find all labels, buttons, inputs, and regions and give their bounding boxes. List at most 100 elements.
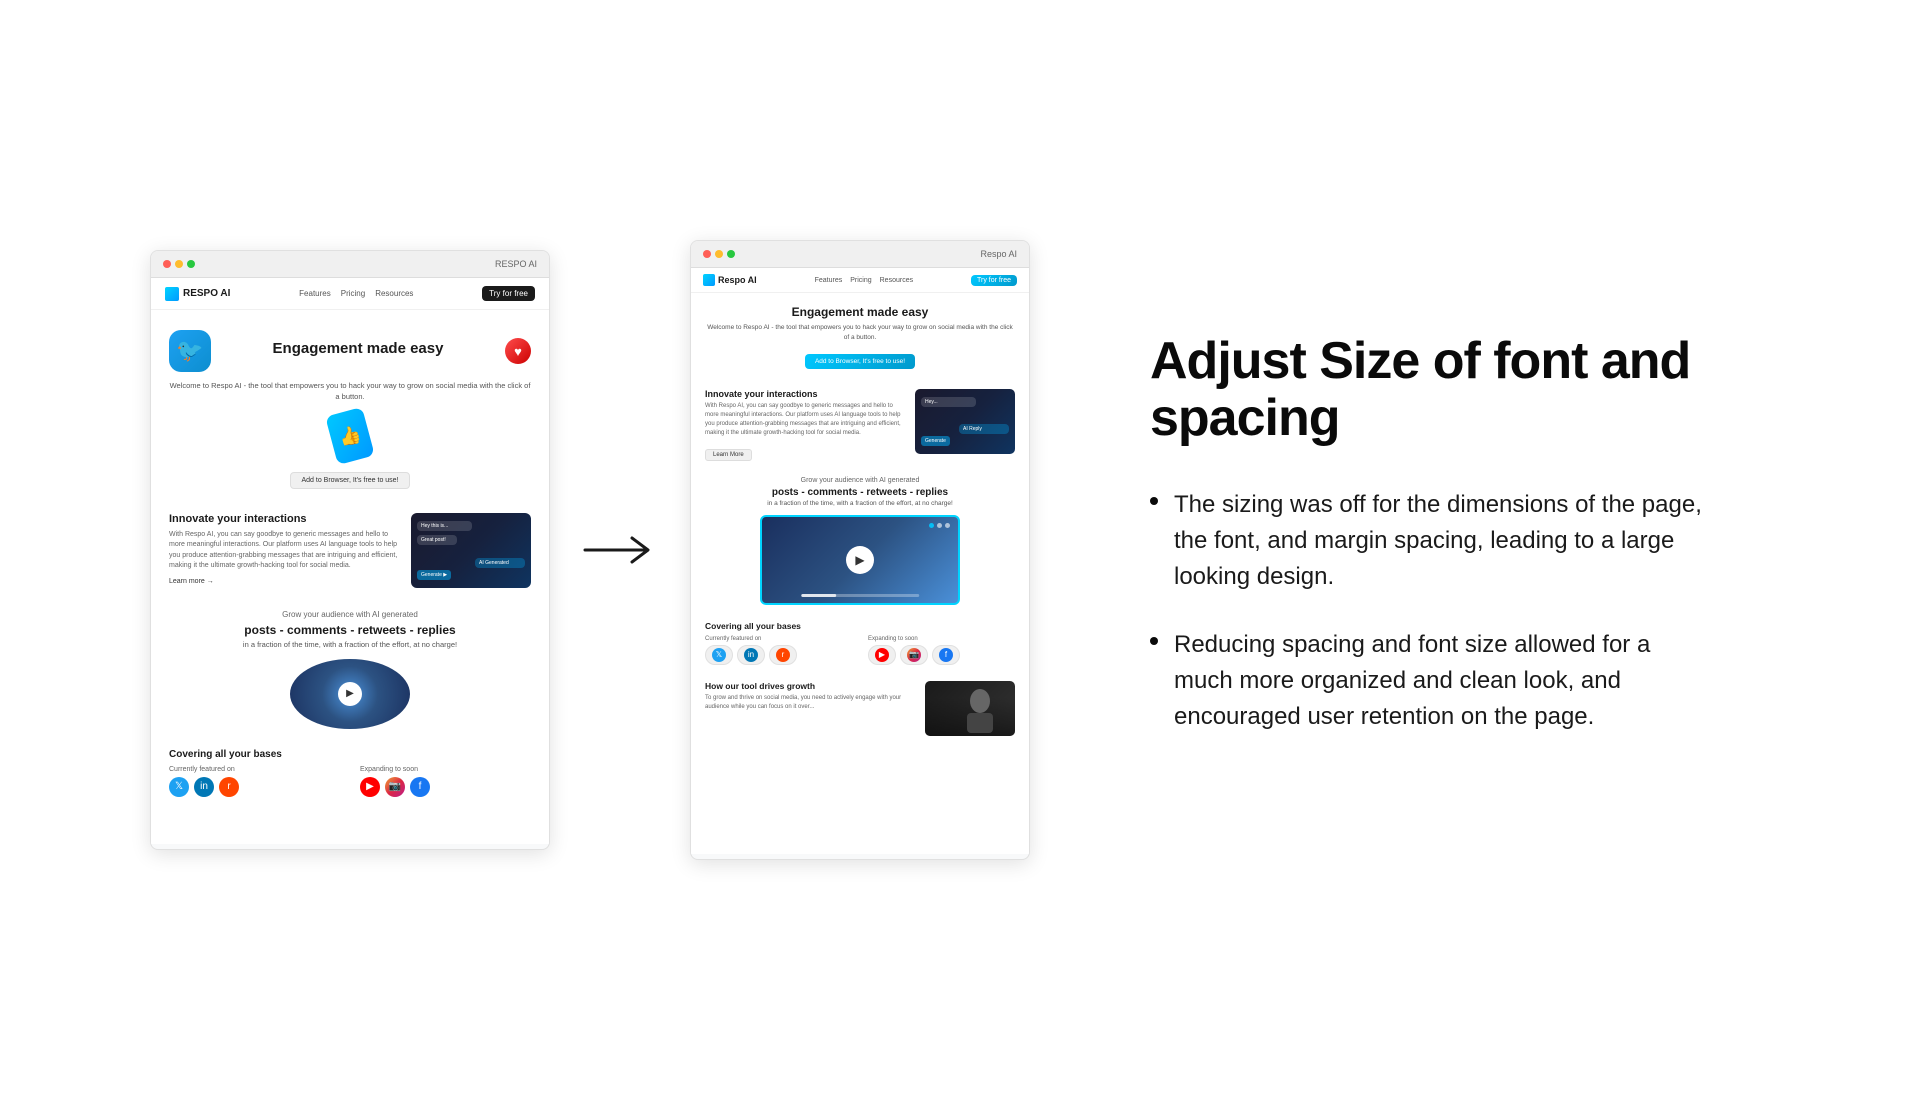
mock-innovate-text-right: Innovate your interactions With Respo AI… bbox=[705, 389, 905, 461]
mock-featured-col-right: Currently featured on 𝕏 in bbox=[705, 636, 852, 665]
mock-cta-btn-nav-left: Try for free bbox=[482, 286, 535, 301]
mock-social-expanding-right: ▶ 📷 f bbox=[868, 645, 1015, 665]
mock-innovate-image-left: Hey this is... Great post! AI Generated … bbox=[411, 513, 531, 588]
mock-social-icons-left: 𝕏 in r bbox=[169, 777, 340, 797]
browser-content-left: RESPO AI Features Pricing Resources Try … bbox=[151, 278, 549, 844]
mock-video-dot-2 bbox=[937, 523, 942, 528]
linkedin-icon-right: in bbox=[744, 648, 758, 662]
facebook-icon-left: f bbox=[410, 777, 430, 797]
mock-innovate-section-left: Innovate your interactions With Respo AI… bbox=[151, 501, 549, 600]
mock-logo-icon-left bbox=[165, 287, 179, 301]
dot-yellow-right bbox=[715, 250, 723, 258]
mock-expanding-col-left: Expanding to soon ▶ 📷 f bbox=[360, 766, 531, 797]
mock-audience-main-right: posts - comments - retweets - replies bbox=[705, 487, 1015, 498]
mock-video-dots bbox=[929, 523, 950, 528]
mock-nav-resources: Resources bbox=[375, 289, 413, 298]
bullet-dot-1 bbox=[1150, 497, 1158, 505]
mock-cta-btn-left: Add to Browser, It's free to use! bbox=[290, 472, 409, 489]
twitter-icon-left: 𝕏 bbox=[169, 777, 189, 797]
mock-how-title-right: How our tool drives growth bbox=[705, 681, 915, 691]
mock-learn-more-left: Learn more → bbox=[169, 578, 399, 585]
mock-video-player-left: ▶ bbox=[290, 659, 410, 729]
bullet-list: The sizing was off for the dimensions of… bbox=[1150, 487, 1710, 735]
mock-hero-subtitle-left: Welcome to Respo AI - the tool that empo… bbox=[169, 380, 531, 403]
mock-nav-resources-right: Resources bbox=[880, 277, 913, 284]
youtube-icon-right: ▶ bbox=[875, 648, 889, 662]
mock-site-left: RESPO AI Features Pricing Resources Try … bbox=[151, 278, 549, 844]
reddit-pill: r bbox=[769, 645, 797, 665]
main-container: RESPO AI RESPO AI Features Pricing Resou… bbox=[0, 0, 1920, 1100]
mock-innovate-body-left: With Respo AI, you can say goodbye to ge… bbox=[169, 530, 399, 572]
dot-red-right bbox=[703, 250, 711, 258]
mock-chat-bubble-3-right: AI Reply bbox=[959, 424, 1009, 434]
mock-video-player-right: ▶ bbox=[760, 515, 960, 605]
bullet-item-2: Reducing spacing and font size allowed f… bbox=[1150, 627, 1710, 735]
screenshots-section: RESPO AI RESPO AI Features Pricing Resou… bbox=[150, 240, 1030, 860]
twitter-icon-right: 𝕏 bbox=[712, 648, 726, 662]
mock-hero-right: Engagement made easy Welcome to Respo AI… bbox=[691, 293, 1029, 381]
mock-nav-links-left: Features Pricing Resources bbox=[299, 289, 413, 298]
mock-covering-section-left: Covering all your bases Currently featur… bbox=[151, 739, 549, 807]
mock-nav-features: Features bbox=[299, 289, 331, 298]
mock-logo-text-left: RESPO AI bbox=[183, 288, 230, 299]
browser-toolbar-left: RESPO AI bbox=[151, 251, 549, 278]
mock-cta-btn-nav-right: Try for free bbox=[971, 275, 1017, 286]
mock-how-section-right: How our tool drives growth To grow and t… bbox=[691, 673, 1029, 744]
text-section: Adjust Size of font and spacing The sizi… bbox=[1090, 293, 1770, 807]
mock-chat-btn-right: Generate bbox=[921, 436, 950, 446]
reddit-icon-right: r bbox=[776, 648, 790, 662]
bullet-dot-2 bbox=[1150, 637, 1158, 645]
browser-content-right: Respo AI Features Pricing Resources Try … bbox=[691, 268, 1029, 854]
mock-innovate-section-right: Innovate your interactions With Respo AI… bbox=[691, 381, 1029, 469]
bullet-text-1: The sizing was off for the dimensions of… bbox=[1174, 487, 1710, 595]
dot-green-right bbox=[727, 250, 735, 258]
mock-hero-subtitle-right: Welcome to Respo AI - the tool that empo… bbox=[705, 323, 1015, 343]
browser-dots-left bbox=[163, 260, 195, 268]
mock-thumb-icon-hero: 👍 bbox=[325, 406, 375, 464]
mock-audience-sub-left: in a fraction of the time, with a fracti… bbox=[169, 640, 531, 649]
mock-audience-pre-right: Grow your audience with AI generated bbox=[705, 477, 1015, 484]
mock-chat-bubble-2: Great post! bbox=[417, 535, 457, 545]
instagram-pill: 📷 bbox=[900, 645, 928, 665]
dot-green bbox=[187, 260, 195, 268]
mock-innovate-body-right: With Respo AI, you can say goodbye to ge… bbox=[705, 402, 905, 438]
mock-video-scroll-progress bbox=[801, 594, 836, 597]
mock-featured-row-left: Currently featured on 𝕏 in r Expanding t… bbox=[169, 766, 531, 797]
mock-play-btn-left: ▶ bbox=[338, 682, 362, 706]
browser-mockup-left: RESPO AI RESPO AI Features Pricing Resou… bbox=[150, 250, 550, 850]
mock-logo-right: Respo AI bbox=[703, 274, 757, 286]
linkedin-pill: in bbox=[737, 645, 765, 665]
mock-covering-section-right: Covering all your bases Currently featur… bbox=[691, 613, 1029, 673]
youtube-icon-left: ▶ bbox=[360, 777, 380, 797]
youtube-pill: ▶ bbox=[868, 645, 896, 665]
mock-how-text-right: How our tool drives growth To grow and t… bbox=[705, 681, 915, 712]
mock-chat-btn: Generate ▶ bbox=[417, 570, 451, 580]
mock-featured-col-left: Currently featured on 𝕏 in r bbox=[169, 766, 340, 797]
browser-toolbar-right: Respo AI bbox=[691, 241, 1029, 268]
mock-featured-label-right: Currently featured on bbox=[705, 636, 852, 642]
dot-red bbox=[163, 260, 171, 268]
instagram-icon-left: 📷 bbox=[385, 777, 405, 797]
mock-featured-row-right: Currently featured on 𝕏 in bbox=[705, 636, 1015, 665]
mock-nav-pricing-right: Pricing bbox=[850, 277, 871, 284]
mock-social-icons-right: 𝕏 in r bbox=[705, 645, 852, 665]
mock-logo-text-right: Respo AI bbox=[718, 275, 757, 285]
mock-play-btn-right: ▶ bbox=[846, 546, 874, 574]
browser-dots-right bbox=[703, 250, 735, 258]
how-image-svg bbox=[925, 681, 1015, 736]
mock-logo-left: RESPO AI bbox=[165, 287, 230, 301]
mock-twitter-icon-hero: 🐦 bbox=[169, 330, 211, 372]
mock-hero-title-left: Engagement made easy bbox=[273, 340, 444, 357]
mock-expanding-label-left: Expanding to soon bbox=[360, 766, 531, 773]
instagram-icon-right: 📷 bbox=[907, 648, 921, 662]
mock-nav-pricing: Pricing bbox=[341, 289, 365, 298]
facebook-icon-right: f bbox=[939, 648, 953, 662]
mock-navbar-left: RESPO AI Features Pricing Resources Try … bbox=[151, 278, 549, 310]
mock-cta-btn-right: Add to Browser, It's free to use! bbox=[805, 354, 915, 369]
mock-video-dot-3 bbox=[945, 523, 950, 528]
mock-social-expanding-left: ▶ 📷 f bbox=[360, 777, 531, 797]
mock-video-scroll-bar bbox=[801, 594, 919, 597]
browser-url-left: RESPO AI bbox=[495, 259, 537, 269]
mock-hero-icons: 🐦 Engagement made easy ♥ bbox=[169, 330, 531, 372]
mock-audience-main-left: posts - comments - retweets - replies bbox=[169, 623, 531, 637]
